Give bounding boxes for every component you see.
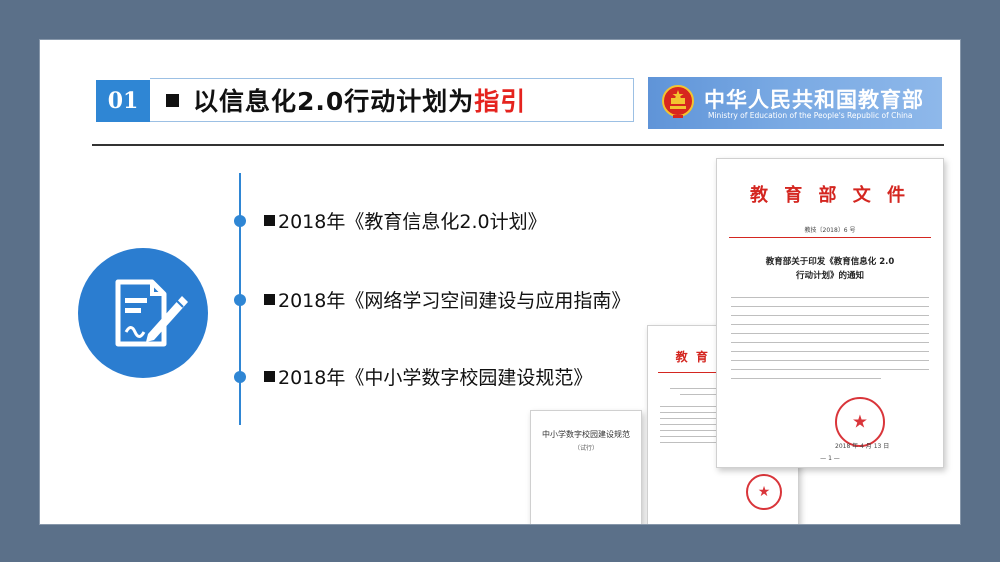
section-title-bar: 以信息化2.0行动计划为指引 <box>150 78 634 122</box>
document-text-line <box>731 306 929 307</box>
document-standard: 中小学数字校园建设规范 （试行） <box>530 410 642 524</box>
section-title-main: 以信息化2.0行动计划为 <box>193 87 475 116</box>
red-seal-icon <box>835 397 885 447</box>
document-plan-header: 教 育 部 文 件 <box>749 185 911 206</box>
document-plan-title-line2: 行动计划》的通知 <box>795 271 864 281</box>
timeline-item-label: 2018年《中小学数字校园建设规范》 <box>278 367 593 389</box>
document-text-line <box>731 351 929 352</box>
timeline-dot <box>234 215 246 227</box>
document-standard-title: 中小学数字校园建设规范 <box>542 430 630 439</box>
document-text-line <box>731 324 929 325</box>
document-text-line <box>731 297 929 298</box>
document-plan: 教 育 部 文 件 教技〔2018〕6 号 教育部关于印发《教育信息化 2.0 … <box>716 158 944 468</box>
red-seal-icon <box>746 474 782 510</box>
timeline-dot <box>234 294 246 306</box>
document-plan-date: 2018 年 4 月 13 日 <box>835 443 890 450</box>
document-plan-number: 教技〔2018〕6 号 <box>804 227 856 234</box>
document-text-line <box>731 378 881 379</box>
timeline-item-label: 2018年《教育信息化2.0计划》 <box>278 211 547 233</box>
ministry-banner: 中华人民共和国教育部 Ministry of Education of the … <box>648 77 942 129</box>
timeline-item-label: 2018年《网络学习空间建设与应用指南》 <box>278 290 631 312</box>
document-text-line <box>731 360 929 361</box>
document-pen-icon <box>115 279 188 347</box>
document-text-line <box>731 342 929 343</box>
document-text-line <box>731 369 929 370</box>
national-emblem-icon <box>662 85 694 118</box>
square-bullet-icon <box>264 294 275 305</box>
square-bullet-icon <box>264 215 275 226</box>
slide: 01 以信息化2.0行动计划为指引 中华人民共和国教育部 Ministry of… <box>39 39 961 525</box>
document-red-line <box>729 237 931 238</box>
timeline-item: 2018年《中小学数字校园建设规范》 <box>264 363 592 390</box>
timeline-item: 2018年《网络学习空间建设与应用指南》 <box>264 286 630 313</box>
document-text-line <box>731 333 929 334</box>
document-plan-title-line1: 教育部关于印发《教育信息化 2.0 <box>765 257 895 267</box>
document-text-line <box>731 315 929 316</box>
section-title: 以信息化2.0行动计划为指引 <box>193 82 526 118</box>
ministry-name-cn: 中华人民共和国教育部 <box>704 88 924 112</box>
ministry-name-en: Ministry of Education of the People's Re… <box>708 111 913 120</box>
document-plan-page: — 1 — <box>820 455 840 462</box>
feature-icon-circle <box>78 248 208 378</box>
square-bullet-icon <box>264 371 275 382</box>
section-number: 01 <box>96 80 150 122</box>
timeline-item: 2018年《教育信息化2.0计划》 <box>264 207 547 234</box>
square-bullet-icon <box>166 93 179 107</box>
header-divider <box>92 144 944 146</box>
document-standard-subtitle: （试行） <box>573 445 598 452</box>
timeline-dot <box>234 371 246 383</box>
section-title-highlight: 指引 <box>474 87 527 116</box>
